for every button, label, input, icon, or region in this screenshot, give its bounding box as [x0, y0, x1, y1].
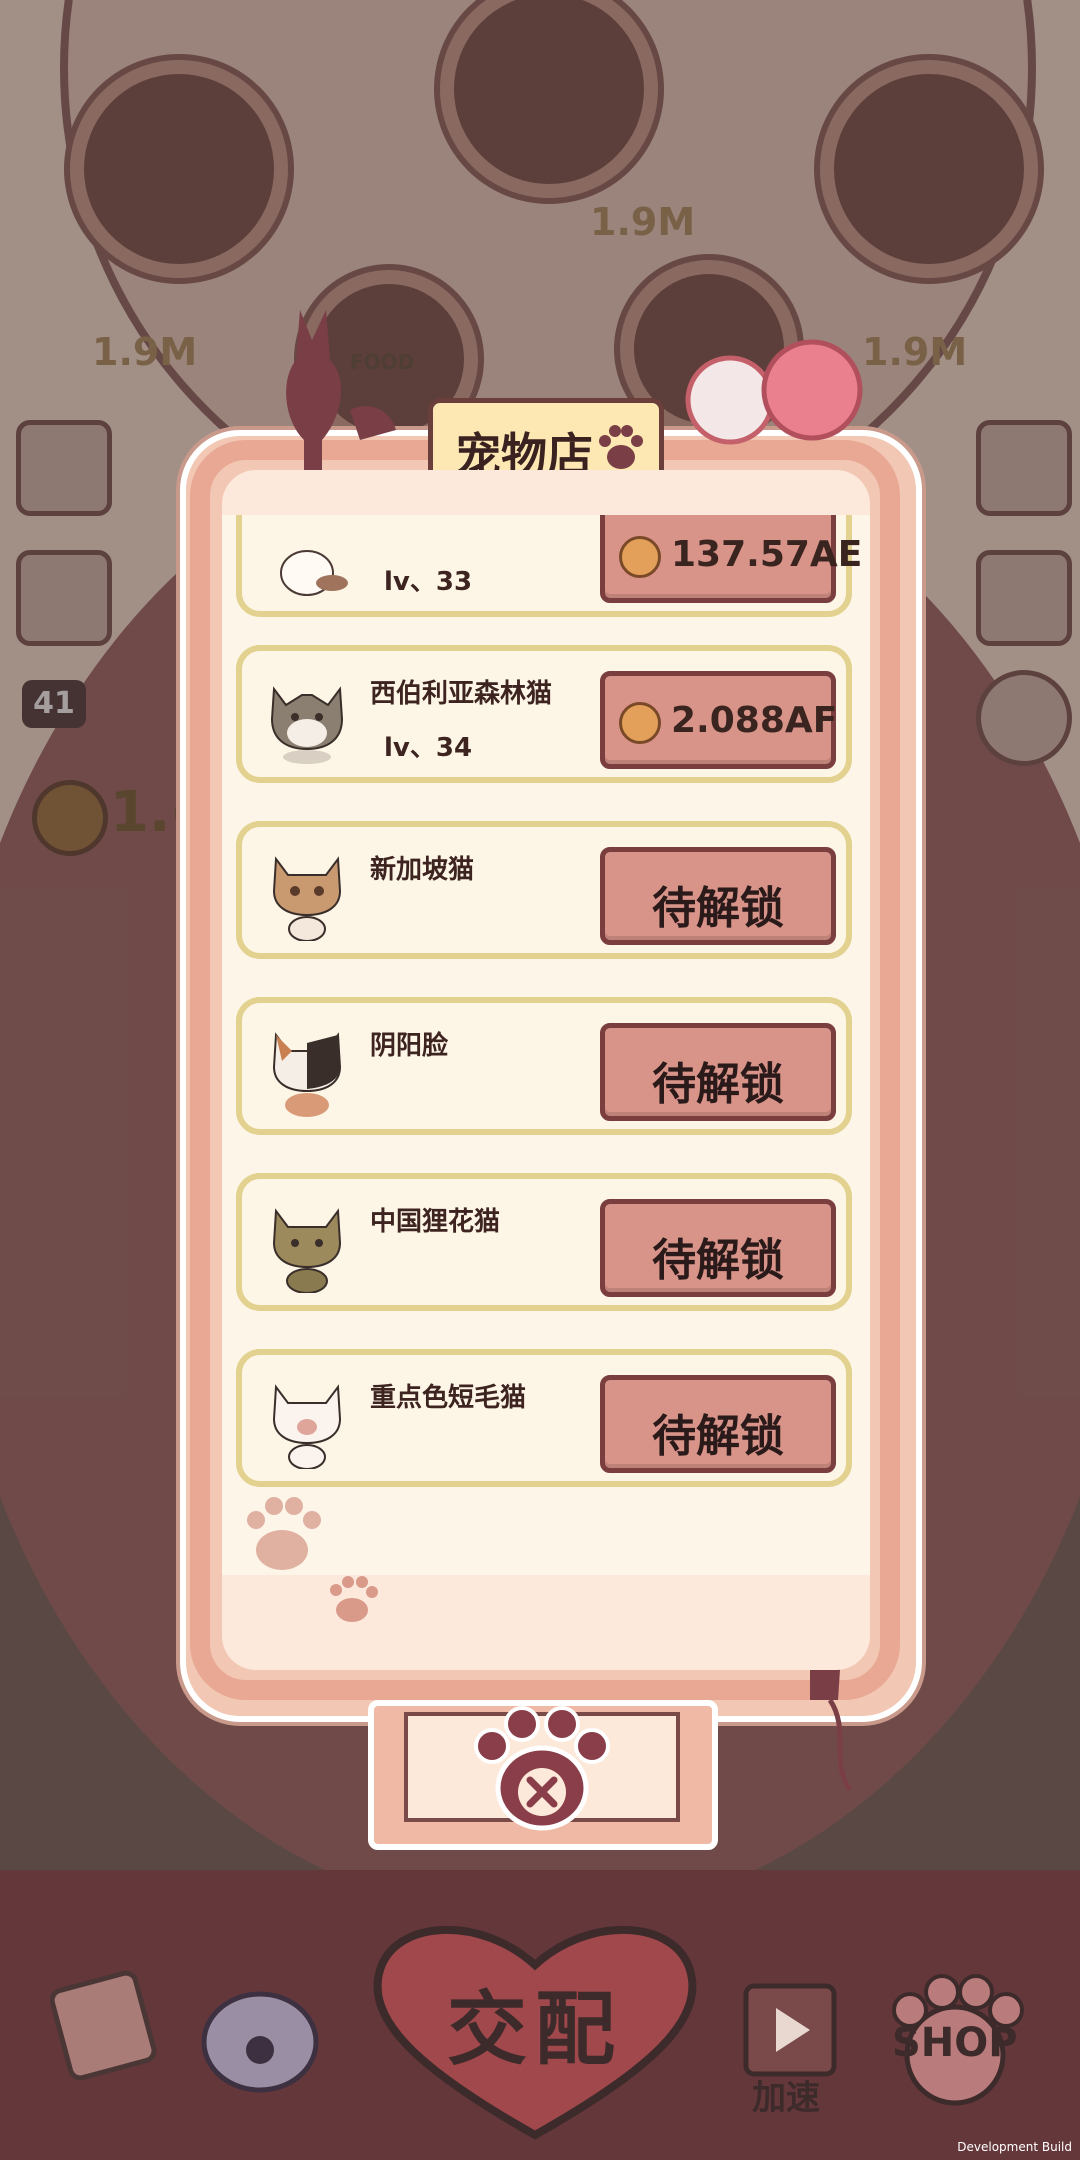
locked-label: 待解锁: [652, 1059, 784, 1110]
singapura-cat-portrait-icon: [272, 856, 342, 941]
close-paw-button[interactable]: [462, 1700, 622, 1840]
pet-item: 中国狸花猫 待解锁: [236, 1173, 852, 1311]
paw-decoration-icon: [247, 1497, 378, 1622]
dragon-li-cat-portrait-icon: [272, 1208, 342, 1293]
siberian-forest-cat-portrait-icon: [270, 686, 344, 764]
locked-label: 待解锁: [652, 1235, 784, 1286]
speed-up-label: 加速: [752, 2078, 820, 2118]
shop-label: SHOP: [892, 2020, 1018, 2066]
buy-pet-button[interactable]: 137.57AE: [600, 515, 862, 603]
calico-cat-portrait-icon: [272, 1032, 342, 1117]
pet-name: 重点色短毛猫: [370, 1383, 527, 1413]
cat-paw-menu-icon[interactable]: [195, 1980, 325, 2100]
pet-level: lv、33: [384, 567, 473, 597]
pet-item: 西伯利亚森林猫 lv、34 2.088AF: [236, 645, 852, 783]
mate-button-label: 交配: [447, 1983, 623, 2076]
pet-shop-panel: lv、33 137.57AE 西伯利亚森林猫 lv、34 2.088AF 新加坡…: [222, 470, 870, 1670]
pet-level: lv、34: [384, 733, 473, 763]
white-cat-portrait-icon: [280, 550, 348, 596]
pet-item: 重点色短毛猫 待解锁: [236, 1349, 852, 1487]
close-icon: [518, 1768, 566, 1816]
locked-pet-button[interactable]: 待解锁: [600, 1199, 836, 1297]
pet-price: 2.088AF: [671, 700, 838, 741]
pet-item: 阴阳脸 待解锁: [236, 997, 852, 1135]
pet-list[interactable]: lv、33 137.57AE 西伯利亚森林猫 lv、34 2.088AF 新加坡…: [222, 515, 870, 1575]
yarn-balls-icon: [685, 339, 863, 445]
pet-item: lv、33 137.57AE: [236, 515, 862, 617]
speed-up-icon[interactable]: [740, 1980, 840, 2080]
pet-name: 新加坡猫: [370, 855, 475, 885]
pet-name: 阴阳脸: [370, 1031, 449, 1061]
pet-price: 137.57AE: [671, 534, 863, 575]
locked-label: 待解锁: [652, 1411, 784, 1462]
colorpoint-shorthair-cat-portrait-icon: [272, 1384, 342, 1469]
notebook-icon[interactable]: [50, 1970, 160, 2080]
locked-pet-button[interactable]: 待解锁: [600, 1023, 836, 1121]
paw-coin-icon: [619, 536, 661, 578]
locked-pet-button[interactable]: 待解锁: [600, 847, 836, 945]
paw-print-icon: [599, 425, 643, 469]
locked-label: 待解锁: [652, 883, 784, 934]
paw-coin-icon: [619, 702, 661, 744]
buy-pet-button[interactable]: 2.088AF: [600, 671, 838, 769]
pet-name: 中国狸花猫: [370, 1207, 501, 1237]
locked-pet-button[interactable]: 待解锁: [600, 1375, 836, 1473]
dev-build-label: Development Build: [957, 2140, 1072, 2154]
pet-name: 西伯利亚森林猫: [370, 679, 553, 709]
pet-item: 新加坡猫 待解锁: [236, 821, 852, 959]
